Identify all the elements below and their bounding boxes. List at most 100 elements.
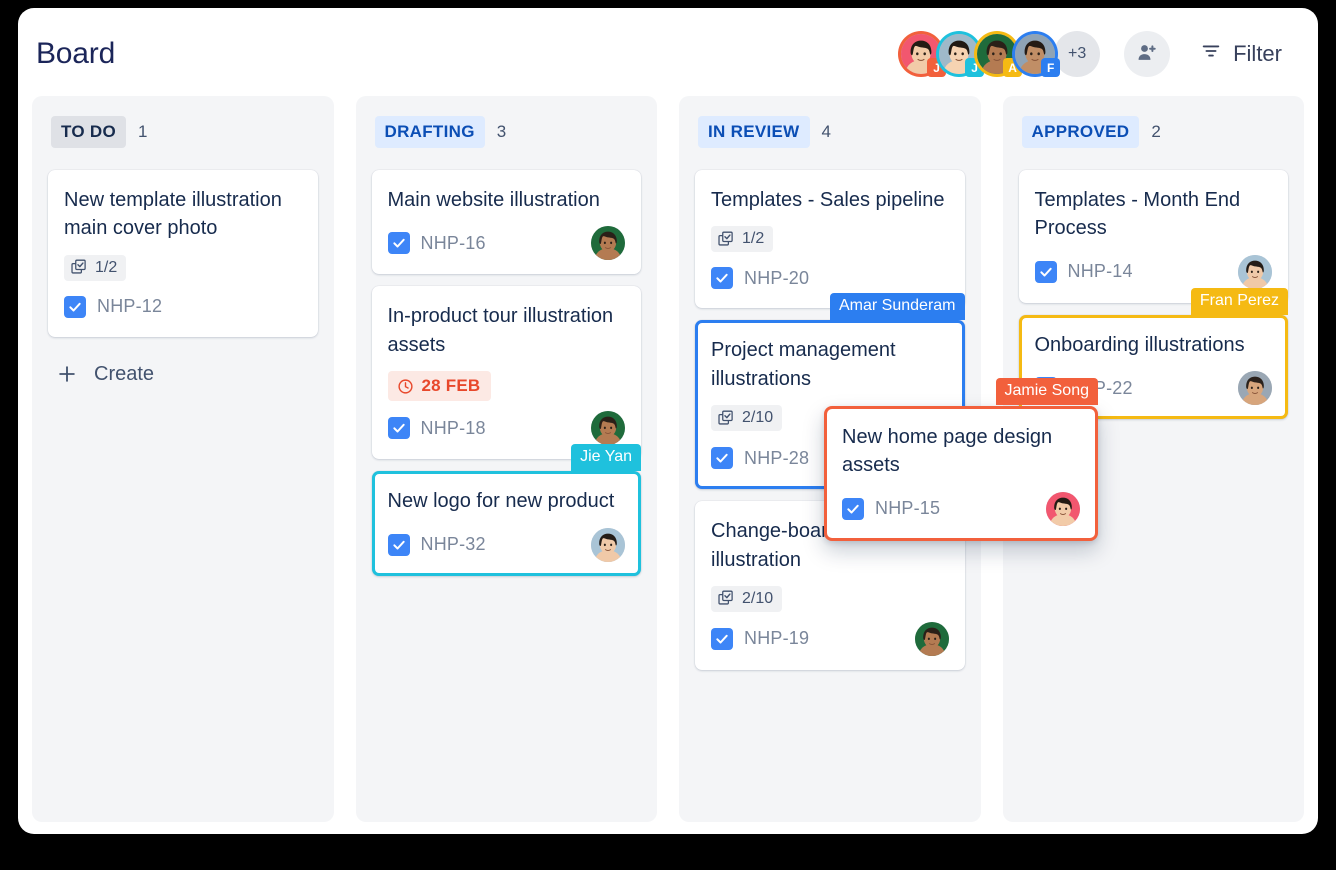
page-title: Board: [36, 37, 116, 70]
card-title: Templates - Sales pipeline: [711, 189, 945, 211]
task-check-icon: [387, 533, 410, 556]
plus-icon: [56, 363, 78, 385]
card-footer: NHP-20: [711, 262, 949, 294]
subtask-badge[interactable]: 2/10: [711, 585, 783, 612]
board-card[interactable]: Templates - Sales pipeline 1/2 NHP-20: [695, 170, 965, 309]
assignee-avatar[interactable]: [591, 226, 625, 261]
column-header: IN REVIEW 4: [695, 116, 965, 148]
assignee-avatar[interactable]: [914, 621, 949, 656]
create-card-button[interactable]: Create: [48, 349, 318, 386]
ticket-ref[interactable]: NHP-14: [1034, 260, 1133, 283]
assignee-avatar[interactable]: [591, 527, 625, 562]
board-column: TO DO 1 New template illustration main cov…: [32, 96, 334, 822]
subtask-checklist-icon: [718, 410, 735, 427]
collaborator-name-tag: Jamie Song: [995, 378, 1098, 405]
task-check-icon: [64, 295, 86, 318]
task-check-icon: [711, 627, 733, 650]
card-title: Templates - Month End Process: [1034, 189, 1241, 240]
ticket-ref[interactable]: NHP-15: [842, 497, 941, 520]
card-meta-due: 28 FEB: [387, 371, 626, 402]
card-meta: 1/2: [64, 254, 302, 281]
board-column: DRAFTING 3 Main website illustration NHP-16…: [355, 96, 657, 822]
ticket-id: NHP-15: [875, 498, 941, 519]
card-title: Project management illustrations: [711, 339, 896, 390]
column-header: DRAFTING 3: [372, 116, 642, 148]
board-card[interactable]: In-product tour illustration assets 28 FE…: [371, 286, 641, 460]
column-name[interactable]: IN REVIEW: [698, 116, 810, 148]
subtask-badge[interactable]: 2/10: [711, 405, 783, 432]
avatar-overflow-count[interactable]: +3: [1054, 31, 1101, 77]
card-meta: 1/2: [711, 226, 949, 253]
column-count: 4: [821, 122, 831, 141]
ticket-id: NHP-28: [744, 447, 810, 468]
card-footer: NHP-16: [387, 226, 625, 261]
ticket-ref[interactable]: NHP-12: [64, 295, 163, 318]
ticket-ref[interactable]: NHP-28: [711, 447, 810, 470]
subtask-checklist-icon: [718, 590, 735, 607]
avatar[interactable]: F: [1012, 31, 1061, 77]
card-footer: NHP-18: [387, 411, 625, 446]
board-card[interactable]: Main website illustration NHP-16: [371, 170, 641, 275]
column-name[interactable]: APPROVED: [1021, 116, 1140, 148]
task-check-icon: [711, 267, 733, 290]
ticket-ref[interactable]: NHP-18: [387, 417, 486, 440]
column-name[interactable]: DRAFTING: [374, 116, 485, 148]
board-header: Board J J A F +3 Filter: [18, 8, 1318, 100]
ticket-id: NHP-32: [420, 534, 486, 555]
due-date-label: 28 FEB: [421, 376, 481, 396]
dragging-card[interactable]: Jamie Song New home page design assets NHP…: [824, 378, 1098, 541]
ticket-id: NHP-20: [744, 267, 810, 288]
column-name[interactable]: TO DO: [51, 116, 127, 148]
board-card[interactable]: Jie Yan New logo for new product NHP-32: [371, 444, 641, 576]
column-count: 3: [496, 122, 507, 141]
assignee-avatar[interactable]: [1238, 254, 1272, 289]
collaborator-name-tag: Amar Sunderam: [830, 293, 965, 321]
task-check-icon: [387, 232, 410, 255]
filter-label: Filter: [1233, 41, 1282, 66]
header-actions: J J A F +3 Filter: [898, 31, 1282, 77]
subtask-badge[interactable]: 1/2: [64, 254, 127, 281]
ticket-ref[interactable]: NHP-32: [387, 533, 486, 556]
filter-button[interactable]: Filter: [1200, 40, 1282, 68]
collaborator-name-tag: Jie Yan: [571, 444, 641, 472]
card-title: New template illustration main cover pho…: [64, 189, 282, 240]
subtask-count: 1/2: [95, 258, 118, 276]
assignee-avatar[interactable]: [591, 411, 625, 446]
column-count: 1: [138, 122, 148, 141]
add-person-button[interactable]: [1124, 31, 1171, 77]
ticket-id: NHP-19: [744, 628, 810, 649]
task-check-icon: [1034, 260, 1057, 283]
task-check-icon: [387, 417, 410, 440]
board-columns: TO DO 1 New template illustration main cov…: [32, 96, 1304, 822]
board-card[interactable]: New template illustration main cover pho…: [48, 170, 318, 337]
card-footer: NHP-15: [842, 491, 1080, 526]
due-date-badge[interactable]: 28 FEB: [387, 371, 492, 402]
card-title: Main website illustration: [387, 189, 600, 211]
person-add-icon: [1135, 41, 1159, 68]
subtask-count: 1/2: [742, 230, 765, 248]
ticket-id: NHP-12: [97, 296, 163, 317]
column-header: TO DO 1: [48, 116, 318, 148]
assignee-avatar[interactable]: [1238, 371, 1272, 406]
card-title: In-product tour illustration assets: [387, 305, 614, 356]
ticket-id: NHP-18: [420, 417, 486, 438]
ticket-id: NHP-16: [420, 232, 486, 253]
column-count: 2: [1151, 122, 1161, 141]
avatar-stack: J J A F +3: [898, 31, 1101, 77]
board-app: Board J J A F +3 Filter TO DO 1 New temp…: [18, 8, 1318, 834]
assignee-avatar[interactable]: [1046, 491, 1080, 526]
ticket-ref[interactable]: NHP-19: [711, 627, 810, 650]
subtask-count: 2/10: [742, 589, 774, 607]
subtask-count: 2/10: [742, 409, 774, 427]
ticket-ref[interactable]: NHP-20: [711, 267, 810, 290]
card-footer: NHP-19: [711, 621, 949, 656]
collaborator-name-tag: Fran Perez: [1190, 287, 1288, 315]
subtask-checklist-icon: [718, 231, 735, 248]
board-card[interactable]: Templates - Month End Process NHP-14: [1018, 170, 1288, 303]
filter-icon: [1200, 40, 1222, 68]
card-title: New logo for new product: [387, 490, 615, 513]
clock-icon: [397, 378, 414, 395]
subtask-checklist-icon: [71, 259, 88, 276]
subtask-badge[interactable]: 1/2: [711, 226, 774, 253]
ticket-ref[interactable]: NHP-16: [387, 232, 486, 255]
